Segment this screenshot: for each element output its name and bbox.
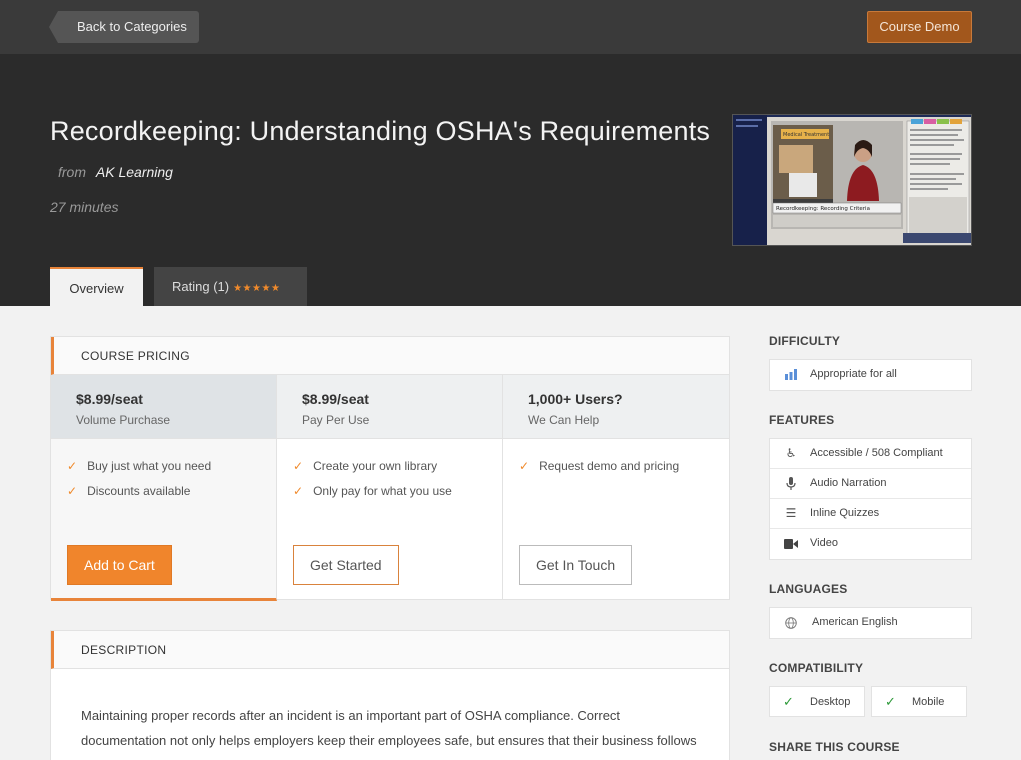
difficulty-box: Appropriate for all [769, 359, 972, 391]
plan-feature: ✓ Buy just what you need [67, 459, 212, 473]
course-pricing-card: COURSE PRICING $8.99/seat Volume Purchas… [50, 336, 730, 601]
plan-feature: ✓ Request demo and pricing [519, 459, 680, 473]
compatibility-heading: COMPATIBILITY [769, 661, 864, 675]
wheelchair-icon: ♿ [785, 446, 797, 460]
course-pricing-heading: COURSE PRICING [51, 337, 729, 375]
top-bar: Back to Categories Course Demo [0, 0, 1021, 54]
course-duration: 27 minutes [50, 199, 119, 215]
course-demo-button[interactable]: Course Demo [867, 11, 972, 43]
thumbnail-panel-title: Medical Treatment [783, 132, 829, 138]
language-value: American English [812, 616, 898, 628]
languages-heading: LANGUAGES [769, 582, 848, 596]
plan-enterprise[interactable]: 1,000+ Users? We Can Help ✓ Request demo … [503, 375, 729, 600]
languages-box: American English [769, 607, 972, 639]
feature-item: Audio Narration [770, 469, 971, 499]
course-thumbnail[interactable]: Medical Treatment Recordkeeping: Recordi… [732, 114, 972, 246]
check-icon: ✓ [293, 484, 304, 498]
share-heading: SHARE THIS COURSE [769, 740, 900, 754]
plan-feature: ✓ Only pay for what you use [293, 484, 452, 498]
compat-desktop: ✓ Desktop [769, 686, 865, 717]
features-box: ♿ Accessible / 508 Compliant Audio Narra… [769, 438, 972, 560]
thumbnail-caption: Recordkeeping: Recording Criteria [776, 206, 870, 212]
get-in-touch-button[interactable]: Get In Touch [519, 545, 633, 585]
microphone-icon [783, 469, 799, 501]
check-icon: ✓ [67, 459, 78, 473]
check-icon: ✓ [783, 694, 794, 709]
difficulty-value: Appropriate for all [810, 368, 897, 380]
plan-price: $8.99/seat [302, 391, 369, 407]
plan-feature: ✓ Create your own library [293, 459, 438, 473]
check-icon: ✓ [519, 459, 530, 473]
video-camera-icon [783, 529, 799, 560]
course-title: Recordkeeping: Understanding OSHA's Requ… [50, 116, 711, 146]
course-hero: Recordkeeping: Understanding OSHA's Requ… [0, 54, 1021, 306]
check-icon: ✓ [293, 459, 304, 473]
bar-chart-icon [783, 360, 799, 391]
back-to-categories-button[interactable]: Back to Categories [49, 11, 199, 43]
plan-feature: ✓ Discounts available [67, 484, 191, 498]
plan-pay-per-use[interactable]: $8.99/seat Pay Per Use ✓ Create your own … [277, 375, 503, 600]
list-icon: ☰ [785, 506, 797, 520]
plan-subtitle: Pay Per Use [302, 413, 370, 427]
plan-volume-purchase[interactable]: $8.99/seat Volume Purchase ✓ Buy just wha… [51, 375, 277, 601]
tab-overview[interactable]: Overview [50, 267, 143, 306]
difficulty-heading: DIFFICULTY [769, 334, 841, 348]
get-started-button[interactable]: Get Started [293, 545, 399, 585]
plan-subtitle: We Can Help [528, 413, 600, 427]
feature-item: ☰ Inline Quizzes [770, 499, 971, 529]
provider-link[interactable]: AK Learning [96, 164, 173, 180]
add-to-cart-button[interactable]: Add to Cart [67, 545, 172, 585]
check-icon: ✓ [885, 694, 896, 709]
plan-price: $8.99/seat [76, 391, 143, 407]
course-thumbnail-image: Medical Treatment Recordkeeping: Recordi… [733, 115, 971, 245]
description-heading: DESCRIPTION [51, 631, 729, 669]
description-text: Maintaining proper records after an inci… [81, 708, 697, 760]
tab-rating-label: Rating (1) [172, 279, 230, 294]
plan-price: 1,000+ Users? [528, 391, 623, 407]
feature-item: Video [770, 529, 971, 559]
compat-mobile: ✓ Mobile [871, 686, 967, 717]
provider-line: from AK Learning [58, 164, 173, 180]
globe-icon [783, 608, 799, 640]
plan-subtitle: Volume Purchase [76, 413, 171, 427]
tab-rating[interactable]: Rating (1) ★★★★★ [154, 267, 307, 306]
feature-item: ♿ Accessible / 508 Compliant [770, 439, 971, 469]
from-label: from [58, 164, 86, 180]
check-icon: ✓ [67, 484, 78, 498]
rating-stars-icon: ★★★★★ [233, 283, 281, 294]
description-card: DESCRIPTION Maintaining proper records a… [50, 630, 730, 760]
features-heading: FEATURES [769, 413, 835, 427]
